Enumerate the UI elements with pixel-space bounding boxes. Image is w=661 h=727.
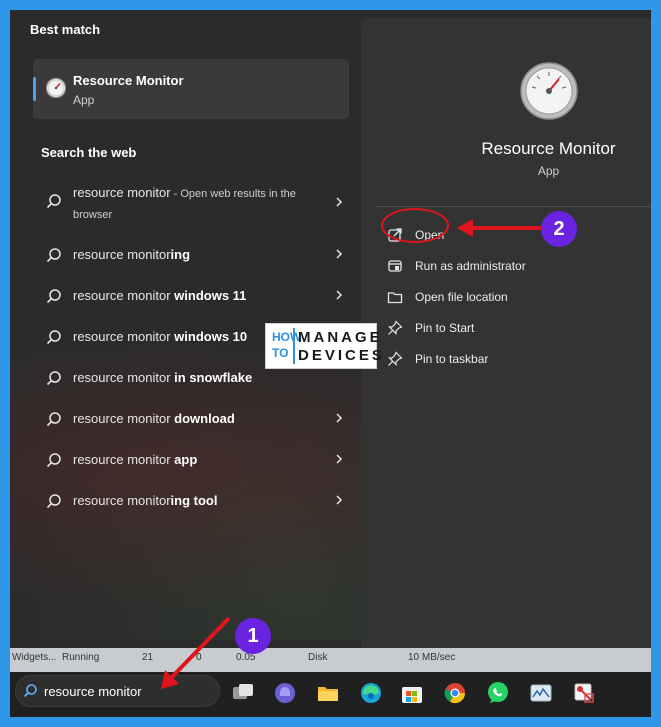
- best-match-header: Best match: [30, 22, 101, 37]
- pin-icon: [388, 351, 403, 366]
- strip-text: Disk: [308, 652, 328, 663]
- open-highlight-ring: [381, 208, 449, 243]
- search-icon: [46, 371, 61, 386]
- folder-icon: [387, 292, 403, 304]
- search-icon: [46, 494, 61, 509]
- best-match-app-name: Resource Monitor: [73, 73, 184, 88]
- best-match-app-type: App: [73, 93, 95, 107]
- snipping-tool-icon[interactable]: [571, 680, 597, 706]
- web-result-item[interactable]: resource monitor app: [30, 440, 350, 481]
- resource-monitor-small-icon: [45, 77, 67, 99]
- web-result-text: resource monitor - Open web results in t…: [73, 185, 296, 221]
- edge-icon[interactable]: [358, 680, 384, 706]
- arrow-to-search-icon: [161, 616, 231, 689]
- search-icon: [46, 330, 61, 345]
- strip-text: 21: [142, 652, 154, 663]
- web-result-item[interactable]: resource monitor download: [30, 399, 350, 440]
- step-2-badge: 2: [541, 211, 577, 247]
- search-icon: [46, 194, 61, 209]
- store-icon[interactable]: [399, 680, 425, 706]
- pin-icon: [388, 320, 403, 335]
- strip-text: Running: [62, 652, 100, 663]
- search-icon: [23, 684, 37, 698]
- web-result-text: resource monitor in snowflake: [73, 370, 253, 385]
- watermark-text: TO: [272, 346, 289, 360]
- chevron-right-icon: [336, 495, 343, 505]
- watermark-text: DEVICES: [298, 347, 385, 364]
- selection-indicator: [33, 77, 36, 101]
- web-result-item[interactable]: resource monitor windows 11: [30, 276, 350, 317]
- search-icon: [46, 453, 61, 468]
- web-result-text: resource monitor windows 11: [73, 288, 247, 303]
- web-result-text: resource monitoring: [73, 247, 191, 262]
- chevron-right-icon: [336, 249, 343, 259]
- pin-to-start-label: Pin to Start: [415, 321, 475, 335]
- whatsapp-icon[interactable]: [485, 680, 511, 706]
- strip-text: 10 MB/sec: [408, 652, 456, 663]
- web-result-text: resource monitoring tool: [73, 493, 218, 508]
- file-explorer-icon[interactable]: [315, 680, 341, 706]
- details-app-type: App: [537, 164, 560, 178]
- pin-to-taskbar-label: Pin to taskbar: [415, 352, 489, 366]
- details-pane: Resource Monitor App Open Run as adminis…: [361, 18, 651, 672]
- resource-monitor-large-icon: [520, 62, 578, 120]
- watermark-text: HOW: [272, 330, 302, 344]
- chrome-icon[interactable]: [442, 680, 468, 706]
- background-window-strip: Widgets... Running 21 0 0.05 Disk 10 MB/…: [10, 648, 651, 672]
- search-icon: [46, 289, 61, 304]
- web-result-item[interactable]: resource monitoring: [30, 235, 350, 276]
- results-pane: Best match Resource Monitor App Search t…: [30, 22, 360, 509]
- web-result-text: resource monitor download: [73, 411, 235, 426]
- web-result-text: resource monitor app: [73, 452, 198, 467]
- watermark-divider: [293, 328, 295, 364]
- search-web-header: Search the web: [41, 145, 137, 160]
- step-1-badge: 1: [235, 618, 271, 654]
- teams-icon[interactable]: [272, 680, 298, 706]
- shield-admin-icon: [388, 260, 402, 272]
- search-icon: [46, 412, 61, 427]
- run-as-admin-label: Run as administrator: [415, 259, 526, 273]
- best-match-result[interactable]: Resource Monitor App: [33, 59, 349, 119]
- watermark-text: MANAGE: [298, 329, 383, 346]
- search-icon: [46, 248, 61, 263]
- howtomanagedevices-watermark: HOW TO MANAGE DEVICES: [265, 323, 382, 369]
- arrow-to-open-icon: [457, 219, 541, 237]
- web-result-item[interactable]: resource monitoring tool: [30, 481, 350, 522]
- taskbar: [10, 672, 651, 717]
- chevron-right-icon: [336, 290, 343, 300]
- strip-text: Widgets...: [12, 652, 57, 663]
- chevron-right-icon: [336, 413, 343, 423]
- chevron-right-icon: [336, 197, 343, 207]
- details-divider: [376, 206, 651, 207]
- open-file-location-label: Open file location: [415, 290, 508, 304]
- photos-icon[interactable]: [528, 680, 554, 706]
- details-app-name: Resource Monitor: [481, 139, 616, 158]
- web-result-item[interactable]: resource monitor - Open web results in t…: [30, 177, 350, 235]
- chevron-right-icon: [336, 454, 343, 464]
